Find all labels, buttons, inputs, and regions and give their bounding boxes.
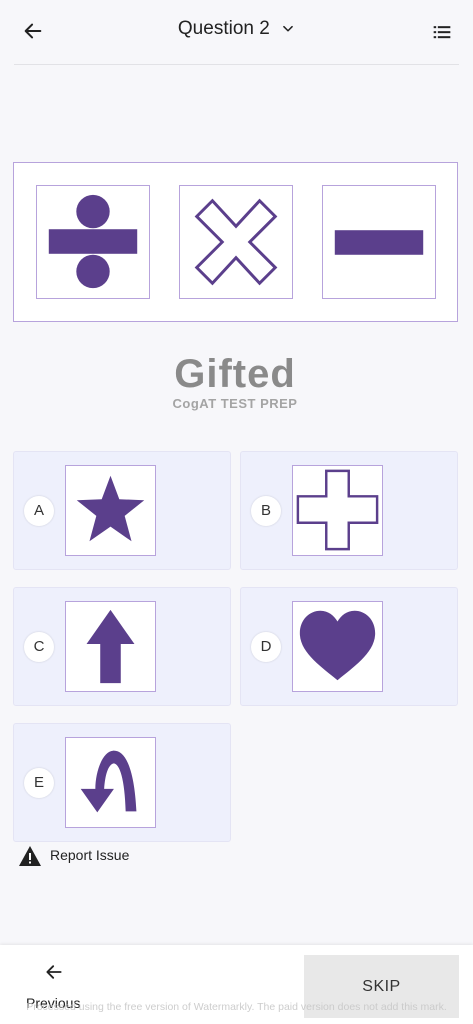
minus-sign-icon bbox=[334, 230, 424, 255]
gifted-logo: Gifted CogAT TEST PREP bbox=[172, 352, 298, 411]
star-icon bbox=[76, 475, 145, 542]
list-icon[interactable] bbox=[431, 22, 453, 42]
footer-bar: Previous SKIP Processed using the free v… bbox=[0, 945, 473, 1024]
option-letter: A bbox=[24, 496, 54, 526]
chevron-down-icon bbox=[283, 25, 293, 32]
option-d[interactable]: D bbox=[240, 587, 458, 706]
option-b[interactable]: B bbox=[240, 451, 458, 570]
option-figure bbox=[292, 465, 383, 556]
skip-button[interactable]: SKIP bbox=[304, 955, 459, 1018]
option-figure bbox=[292, 601, 383, 692]
warning-icon bbox=[19, 846, 41, 866]
report-issue-label: Report Issue bbox=[50, 847, 130, 863]
u-turn-arrow-icon bbox=[80, 750, 137, 813]
option-figure bbox=[65, 601, 156, 692]
arrow-up-icon bbox=[86, 609, 135, 684]
option-figure bbox=[65, 737, 156, 828]
question-figure-1 bbox=[36, 185, 150, 299]
arrow-left-icon[interactable] bbox=[44, 962, 64, 982]
option-letter: B bbox=[251, 496, 281, 526]
option-letter: C bbox=[24, 632, 54, 662]
previous-button[interactable]: Previous bbox=[26, 995, 80, 1011]
multiplication-sign-outline-icon bbox=[194, 198, 278, 286]
option-c[interactable]: C bbox=[13, 587, 231, 706]
option-figure bbox=[65, 465, 156, 556]
question-panel bbox=[13, 162, 458, 322]
division-sign-icon bbox=[48, 194, 138, 289]
option-letter: D bbox=[251, 632, 281, 662]
option-a[interactable]: A bbox=[13, 451, 231, 570]
page-title: Question 2 bbox=[177, 18, 270, 39]
option-e[interactable]: E bbox=[13, 723, 231, 842]
header-divider bbox=[14, 64, 459, 65]
option-letter: E bbox=[24, 768, 54, 798]
heart-icon bbox=[299, 610, 376, 681]
header: Question 2 bbox=[0, 0, 473, 64]
question-figure-3 bbox=[322, 185, 436, 299]
question-selector[interactable]: Question 2 bbox=[0, 18, 473, 40]
plus-outline-icon bbox=[296, 469, 379, 551]
question-figure-2 bbox=[179, 185, 293, 299]
